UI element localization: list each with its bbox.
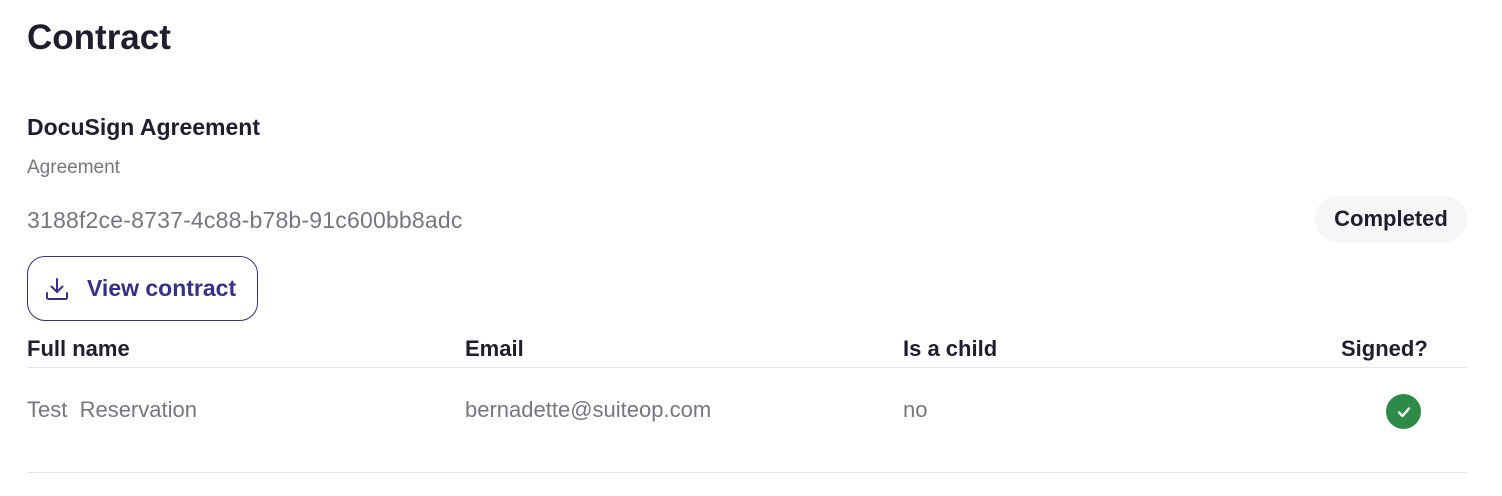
contract-page: Contract DocuSign Agreement Agreement 31… (0, 0, 1502, 496)
table-row: Test Reservation bernadette@suiteop.com … (27, 368, 1467, 473)
download-icon (43, 275, 71, 303)
status-badge: Completed (1315, 196, 1467, 242)
table-header: Full name Email Is a child Signed? (27, 330, 1467, 368)
view-contract-button[interactable]: View contract (27, 256, 258, 321)
email-cell: bernadette@suiteop.com (465, 397, 712, 422)
signers-table: Full name Email Is a child Signed? Test … (27, 330, 1467, 473)
column-header-signed: Signed? (1341, 336, 1428, 361)
view-contract-label: View contract (87, 275, 237, 301)
page-title: Contract (27, 18, 171, 57)
agreement-title: DocuSign Agreement (27, 114, 261, 140)
agreement-id: 3188f2ce-8737-4c88-b78b-91c600bb8adc (27, 207, 463, 233)
check-circle-icon (1386, 394, 1421, 429)
full-name-cell: Test Reservation (27, 397, 197, 422)
column-header-is-child: Is a child (903, 336, 998, 361)
agreement-subtitle: Agreement (27, 157, 120, 178)
column-header-email: Email (465, 336, 524, 361)
column-header-full-name: Full name (27, 336, 130, 361)
is-child-cell: no (903, 397, 928, 422)
